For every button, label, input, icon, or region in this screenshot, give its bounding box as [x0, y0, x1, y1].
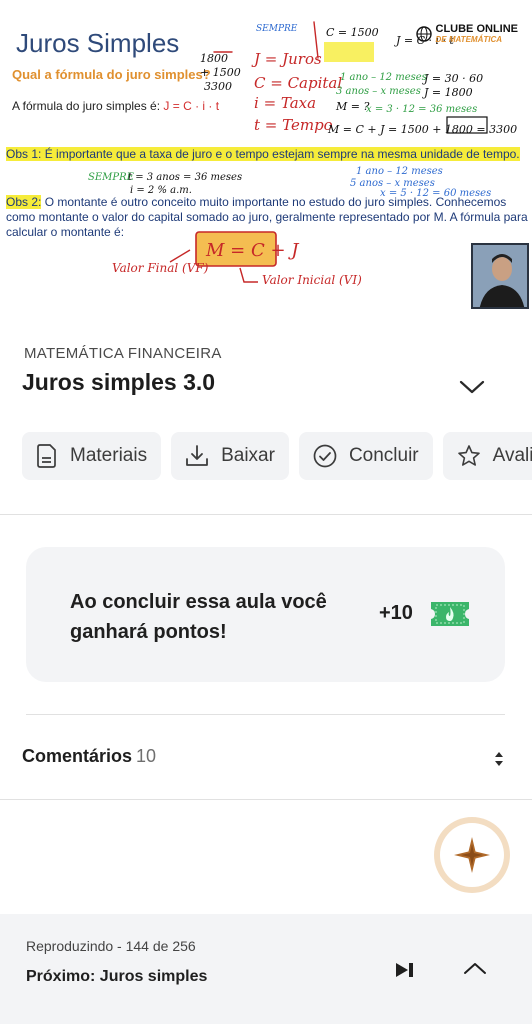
svg-text:x = 5 · 12 = 60 meses: x = 5 · 12 = 60 meses — [380, 188, 491, 199]
svg-text:3 anos – x meses: 3 anos – x meses — [336, 86, 421, 97]
logo-line2: DE MATEMÁTICA — [435, 35, 503, 44]
ticket-icon — [431, 602, 469, 626]
materials-label: Materiais — [70, 445, 148, 466]
brand-logo: CLUBE ONLINE DE MATEMÁTICA — [415, 23, 519, 44]
check-circle-icon — [313, 444, 337, 468]
next-lesson-label: Próximo: Juros simples — [26, 968, 208, 985]
divider — [0, 799, 532, 800]
ink-valor-final: Valor Final (VF) — [112, 261, 209, 275]
rate-label: Avaliar — [492, 445, 532, 466]
ink-calc: M = C + J = 1500 + 1800 = 3300 — [327, 123, 517, 136]
comments-count: 10 — [136, 746, 157, 766]
points-card: Ao concluir essa aula você ganhará ponto… — [26, 547, 505, 682]
rate-button[interactable]: Avaliar — [442, 432, 532, 480]
ink-legend-4: t = Tempo — [254, 116, 333, 134]
svg-text:3300: 3300 — [204, 80, 232, 93]
svg-text:J = 30 · 60: J = 30 · 60 — [422, 72, 483, 85]
svg-text:M = ?: M = ? — [335, 100, 369, 113]
handwriting-overlay: J = Juros C = Capital i = Taxa t = Tempo… — [88, 21, 517, 287]
svg-text:C = 1500: C = 1500 — [326, 26, 379, 39]
complete-label: Concluir — [348, 445, 419, 466]
ink-legend-3: i = Taxa — [254, 94, 316, 112]
svg-text:J = 1800: J = 1800 — [422, 86, 473, 99]
video-player[interactable]: Juros Simples Qual a fórmula do juro sim… — [0, 0, 532, 312]
download-label: Baixar — [221, 445, 275, 466]
ink-legend-2: C = Capital — [254, 74, 342, 92]
playback-status: Reproduzindo - 144 de 256 — [26, 938, 196, 954]
compass-star-icon — [454, 837, 490, 873]
ink-valor-inicial: Valor Inicial (VI) — [262, 273, 362, 287]
skip-next-icon[interactable] — [394, 960, 416, 980]
svg-text:SEMPRE: SEMPRE — [256, 24, 298, 34]
mini-player-bar[interactable]: Reproduzindo - 144 de 256 Próximo: Juros… — [0, 914, 532, 1024]
svg-text:1 ano – 12 meses: 1 ano – 12 meses — [340, 72, 427, 83]
download-icon — [186, 445, 208, 466]
points-value: +10 — [379, 602, 413, 624]
compass-fab-button[interactable] — [434, 817, 510, 893]
points-message: Ao concluir essa aula você ganhará ponto… — [70, 591, 327, 643]
svg-text:i = 2 % a.m.: i = 2 % a.m. — [130, 185, 192, 196]
document-icon — [37, 444, 56, 468]
lesson-title: Juros simples 3.0 — [22, 369, 216, 395]
ink-montante: M = C + J — [205, 240, 300, 261]
logo-line1: CLUBE ONLINE — [435, 23, 519, 35]
svg-text:x = 3 · 12 = 36 meses: x = 3 · 12 = 36 meses — [366, 104, 477, 115]
svg-text:t = 3 anos = 36 meses: t = 3 anos = 36 meses — [128, 172, 242, 183]
divider — [26, 714, 505, 715]
complete-button[interactable]: Concluir — [298, 432, 433, 480]
svg-text:1800: 1800 — [200, 52, 228, 65]
svg-text:1 ano – 12 meses: 1 ano – 12 meses — [356, 166, 443, 177]
comments-header[interactable]: Comentários 10 — [22, 746, 156, 767]
chevron-down-icon[interactable] — [458, 378, 486, 396]
star-icon — [457, 445, 480, 466]
svg-text:+ 1500: + 1500 — [200, 66, 241, 79]
lesson-actions: Materiais Baixar Concluir Avaliar — [22, 432, 532, 480]
chevron-up-icon[interactable] — [462, 960, 488, 978]
comments-label: Comentários — [22, 746, 133, 766]
presenter-thumbnail — [471, 243, 529, 309]
globe-icon — [415, 26, 432, 42]
download-button[interactable]: Baixar — [171, 432, 289, 480]
sort-icon[interactable] — [492, 750, 506, 768]
ink-legend-1: J = Juros — [251, 50, 322, 68]
lesson-category: MATEMÁTICA FINANCEIRA — [24, 345, 222, 362]
divider — [0, 514, 532, 515]
materials-button[interactable]: Materiais — [22, 432, 162, 480]
